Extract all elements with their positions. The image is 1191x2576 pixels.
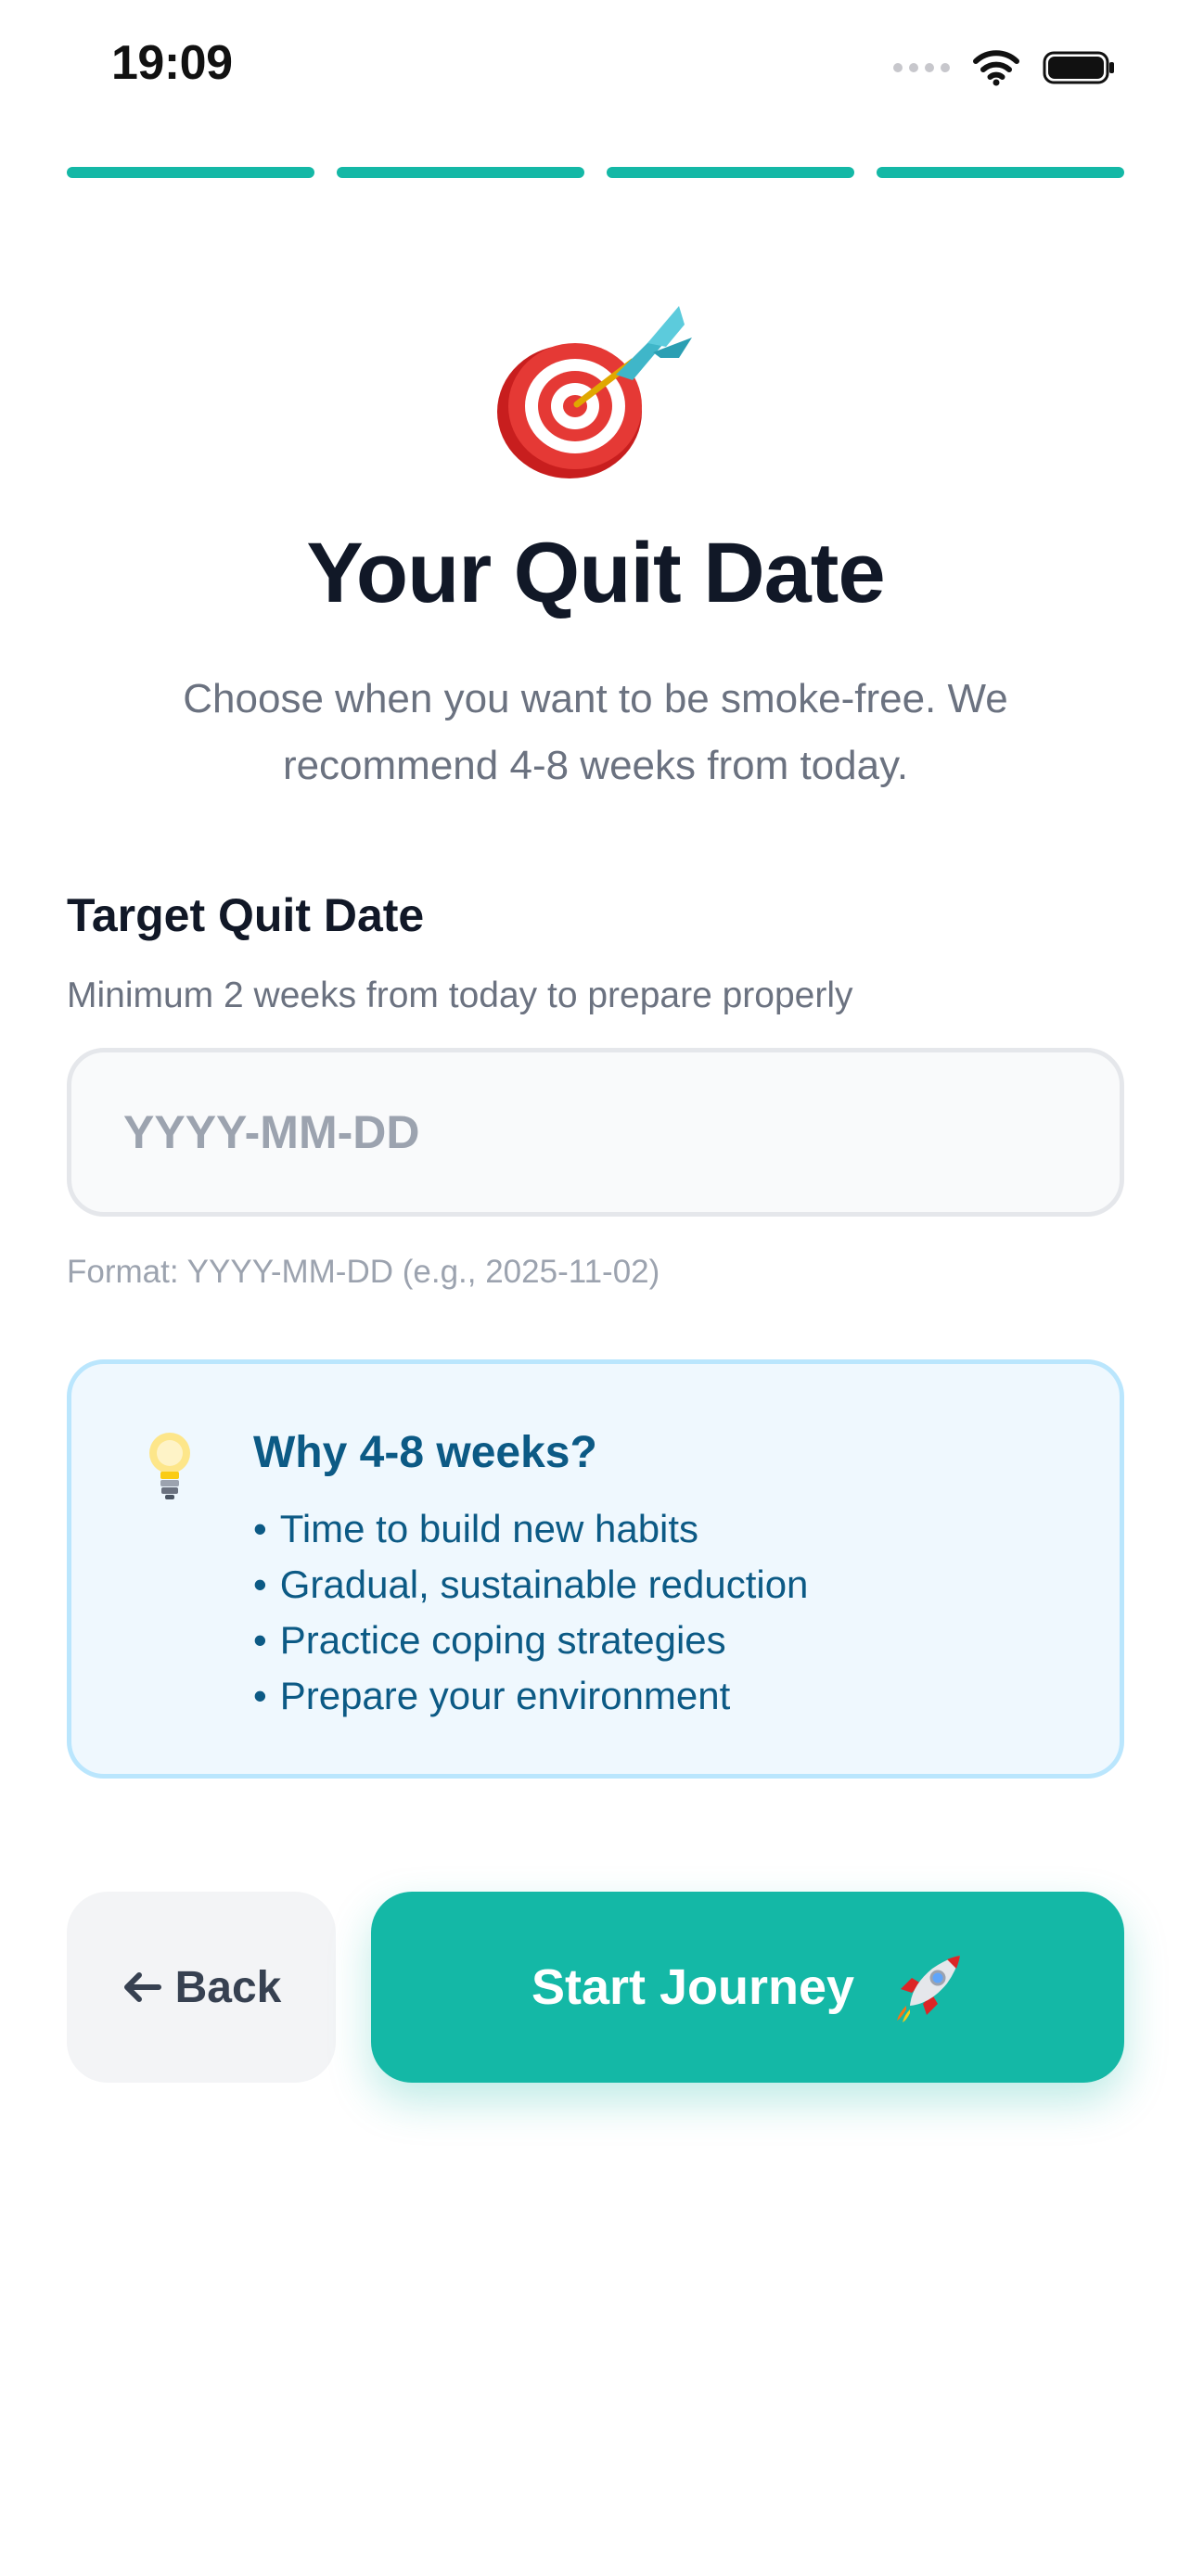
start-journey-button[interactable]: Start Journey [371,1892,1124,2083]
date-format-hint: Format: YYYY-MM-DD (e.g., 2025-11-02) [67,1254,660,1290]
page-subtitle: Choose when you want to be smoke-free. W… [183,676,1008,788]
progress-step-2 [337,167,584,178]
battery-icon [1043,51,1114,84]
status-bar-time: 19:09 [111,36,233,90]
progress-step-3 [607,167,854,178]
info-card-item: Prepare your environment [253,1668,808,1724]
back-button[interactable]: Back [67,1892,336,2083]
lightbulb-icon [149,1433,190,1499]
status-bar-icons [893,46,1117,89]
progress-step-4 [877,167,1124,178]
info-card-item: Gradual, sustainable reduction [253,1557,809,1613]
quit-date-hint: Minimum 2 weeks from today to prepare pr… [67,976,853,1015]
progress-step-1 [67,167,314,178]
back-button-label: Back [174,1962,282,2012]
quit-date-input[interactable] [67,1048,1124,1217]
wifi-icon [973,50,1019,86]
info-card-item: Practice coping strategies [253,1613,808,1668]
onboarding-progress [67,167,1124,178]
start-journey-label: Start Journey [531,1959,855,2015]
page-title: Your Quit Date [306,526,885,620]
quit-date-label: Target Quit Date [67,889,425,941]
cellular-signal-icon [893,63,950,72]
info-card-list: Time to build new habits Gradual, sustai… [253,1501,809,1724]
info-card: Why 4-8 weeks? Time to build new habits … [67,1359,1124,1779]
quit-date-screen: 19:09 Your Quit Date Choose when you wan… [0,0,1191,2576]
info-card-item: Time to build new habits [253,1501,808,1557]
arrow-left-icon [123,1972,161,2002]
rocket-icon [897,1956,961,2022]
info-card-title: Why 4-8 weeks? [253,1428,597,1477]
bullseye-dart-icon [497,306,692,478]
